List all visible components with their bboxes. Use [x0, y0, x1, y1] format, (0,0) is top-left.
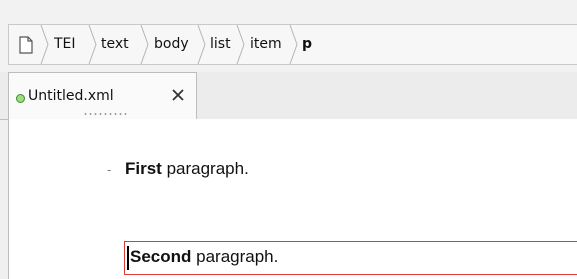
tab-drag-handle[interactable]	[83, 113, 127, 115]
document-icon[interactable]	[18, 36, 34, 54]
text-caret	[127, 246, 129, 270]
paragraph-second-selected[interactable]: Second paragraph.	[124, 241, 577, 275]
breadcrumb-separator-icon	[236, 25, 245, 64]
breadcrumb-separator-icon	[289, 25, 298, 64]
modified-indicator-icon	[16, 94, 25, 103]
paragraph-bold-text: Second	[130, 247, 192, 266]
breadcrumb-separator-icon	[140, 25, 149, 64]
breadcrumb-item-body[interactable]: body	[154, 25, 189, 64]
breadcrumb: TEI text body list item p	[8, 24, 577, 65]
editor-area[interactable]: - First paragraph. Second paragraph.	[8, 119, 577, 279]
paragraph-second[interactable]: Second paragraph.	[130, 247, 278, 267]
close-icon[interactable]	[169, 85, 187, 105]
breadcrumb-item-list[interactable]: list	[210, 25, 231, 64]
paragraph-first[interactable]: First paragraph.	[125, 159, 249, 179]
editor-tab-strip: Untitled.xml	[0, 72, 577, 120]
breadcrumb-item-text[interactable]: text	[101, 25, 129, 64]
tab-untitled-xml[interactable]: Untitled.xml	[8, 72, 197, 120]
breadcrumb-item-item[interactable]: item	[250, 25, 282, 64]
breadcrumb-item-tei[interactable]: TEI	[54, 25, 76, 64]
breadcrumb-separator-icon	[197, 25, 206, 64]
breadcrumb-separator-icon	[40, 25, 49, 64]
tab-title: Untitled.xml	[28, 88, 114, 104]
breadcrumb-bar: TEI text body list item p	[0, 0, 577, 72]
paragraph-bold-text: First	[125, 159, 162, 178]
breadcrumb-item-p[interactable]: p	[302, 25, 312, 64]
breadcrumb-separator-icon	[88, 25, 97, 64]
list-item-marker: -	[107, 163, 112, 177]
paragraph-text: paragraph.	[191, 247, 279, 266]
paragraph-text: paragraph.	[161, 159, 249, 178]
